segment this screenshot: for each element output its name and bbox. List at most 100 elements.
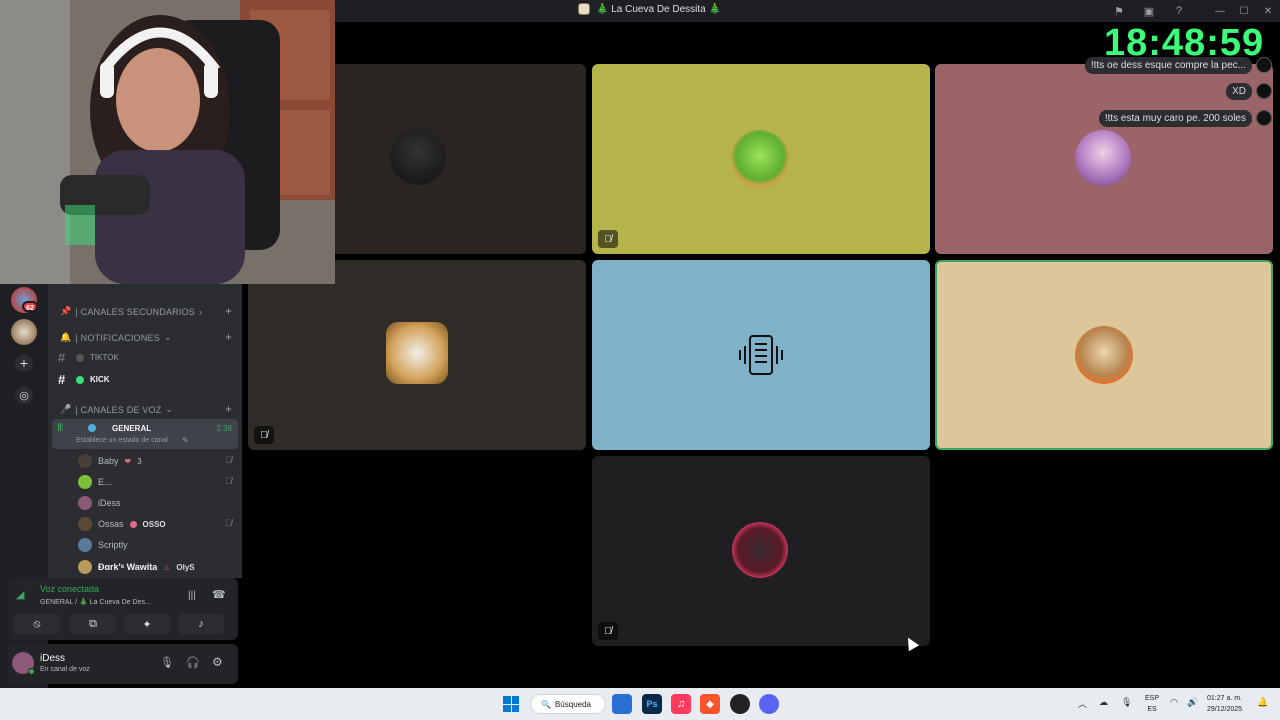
chat-bubble: !tts esta muy caro pe. 200 soles bbox=[1098, 110, 1252, 127]
app-icon-photoshop[interactable]: Ps bbox=[642, 694, 662, 714]
channel-list: 📌 | CANALES SECUNDARIOS › + 🔔 | NOTIFICA… bbox=[48, 284, 242, 578]
member-avatar bbox=[78, 560, 92, 574]
signal-icon[interactable]: ◢ bbox=[16, 588, 24, 601]
participant-tile[interactable]: 🎙̸ bbox=[592, 456, 930, 646]
member-name: iDess bbox=[98, 498, 121, 508]
language-code: ESP bbox=[1145, 695, 1160, 702]
taskbar: 🔍 Búsqueda Ps ♫ ◆ ︿ ☁ 🎙 ESP ES ◠ 🔊 01:27… bbox=[0, 688, 1280, 720]
clock-tray[interactable]: 01:27 a. m. 29/12/2025 bbox=[1207, 693, 1242, 715]
bell-icon: 🔔 bbox=[60, 332, 72, 342]
participant-avatar bbox=[386, 322, 448, 384]
discover-icon[interactable]: ◎ bbox=[15, 386, 33, 404]
heart-icon: ❤ bbox=[124, 456, 132, 466]
start-button[interactable] bbox=[503, 696, 519, 712]
webcam-overlay bbox=[0, 0, 335, 284]
headphones-icon[interactable]: 🎧 bbox=[186, 656, 200, 669]
search-box[interactable]: 🔍 Búsqueda bbox=[530, 694, 606, 714]
voice-member[interactable]: E... bbox=[78, 475, 112, 489]
channel-tiktok[interactable]: # TIKTOK bbox=[58, 350, 119, 365]
muted-icon: 🎙̸ bbox=[598, 230, 618, 248]
member-name: Scriptly bbox=[98, 540, 128, 550]
search-label: Búsqueda bbox=[554, 699, 591, 709]
cloud-icon[interactable]: ☁ bbox=[1099, 697, 1108, 708]
mention-badge: 62 bbox=[22, 301, 38, 312]
window-controls: — ☐ ✕ bbox=[1208, 0, 1280, 22]
add-channel-icon[interactable]: + bbox=[225, 402, 232, 416]
voice-member[interactable]: Baby ❤ 3 bbox=[78, 454, 142, 468]
category-label: | CANALES DE VOZ bbox=[75, 404, 162, 415]
tag-icon bbox=[129, 520, 137, 528]
camera-toggle-button[interactable]: ⦸ bbox=[14, 614, 60, 634]
language-indicator[interactable]: ESP ES bbox=[1145, 693, 1159, 715]
chat-avatar bbox=[1256, 110, 1272, 126]
voice-member[interactable]: Ðαrk'ˢ Wawita ♨ OlyS bbox=[78, 560, 195, 574]
screen-share-button[interactable]: ⧉ bbox=[70, 614, 116, 634]
chat-bubble: !tts oe dess esque compre la pec... bbox=[1084, 57, 1252, 74]
flag-icon[interactable]: ⚑ bbox=[1110, 3, 1128, 19]
participant-tile[interactable] bbox=[592, 260, 930, 450]
volume-icon[interactable]: 🔊 bbox=[1187, 697, 1198, 708]
maximize-button[interactable]: ☐ bbox=[1232, 0, 1256, 22]
minimize-button[interactable]: — bbox=[1208, 0, 1232, 22]
user-status: En canal de voz bbox=[40, 666, 90, 673]
notification-bell-icon[interactable]: 🔔 bbox=[1257, 697, 1268, 708]
chat-avatar bbox=[1256, 83, 1272, 99]
add-channel-icon[interactable]: + bbox=[225, 304, 232, 318]
participant-tile[interactable]: 🎙̸ bbox=[592, 64, 930, 254]
microphone-icon[interactable]: 🎙 bbox=[160, 656, 174, 669]
voice-channel-timer: 2:36 bbox=[216, 424, 232, 433]
voice-location[interactable]: GENERAL / 🎄 La Cueva De Des... bbox=[40, 598, 151, 606]
microphone-icon: 🎤 bbox=[60, 404, 72, 414]
channel-emoji-icon bbox=[88, 424, 96, 432]
app-icon-music[interactable]: ♫ bbox=[671, 694, 691, 714]
member-name: Ossas bbox=[98, 519, 124, 529]
participant-tile-speaking[interactable] bbox=[935, 260, 1273, 450]
voice-member[interactable]: Scriptly bbox=[78, 538, 128, 552]
soundboard-button[interactable]: ♪ bbox=[178, 614, 224, 634]
hash-icon: # bbox=[58, 372, 66, 387]
help-icon[interactable]: ? bbox=[1170, 3, 1188, 19]
pin-icon: 📌 bbox=[60, 306, 72, 316]
add-channel-icon[interactable]: + bbox=[225, 330, 232, 344]
pencil-icon[interactable]: ✎ bbox=[182, 436, 189, 445]
search-icon: 🔍 bbox=[541, 699, 551, 709]
participant-tile[interactable]: 🎙̸ bbox=[248, 260, 586, 450]
inbox-icon[interactable]: ▣ bbox=[1140, 3, 1158, 19]
channel-kick[interactable]: # KICK bbox=[58, 372, 110, 387]
status-dot bbox=[28, 668, 35, 675]
channel-emoji-icon bbox=[76, 353, 84, 362]
noise-suppression-icon[interactable]: ||| bbox=[188, 590, 196, 601]
app-icon-obs[interactable] bbox=[730, 694, 750, 714]
server-icon bbox=[578, 3, 590, 15]
app-icon-store[interactable] bbox=[612, 694, 632, 714]
add-server-icon[interactable]: + bbox=[15, 354, 33, 372]
voice-member[interactable]: iDess bbox=[78, 496, 121, 510]
wifi-icon[interactable]: ◠ bbox=[1170, 697, 1178, 708]
speaker-icon: 𝄃𝄃 bbox=[58, 423, 63, 434]
microphone-tray-icon[interactable]: 🎙 bbox=[1121, 697, 1132, 708]
participant-tile[interactable] bbox=[935, 64, 1273, 254]
close-button[interactable]: ✕ bbox=[1256, 0, 1280, 22]
window-title-group: 🎄 La Cueva De Dessita 🎄 bbox=[578, 3, 721, 15]
settings-gear-icon[interactable]: ⚙ bbox=[212, 655, 223, 669]
member-name: Baby bbox=[98, 456, 119, 466]
server-icon[interactable] bbox=[11, 319, 37, 345]
chevron-up-icon[interactable]: ︿ bbox=[1078, 697, 1087, 710]
member-avatar bbox=[78, 517, 92, 531]
category-voice-channels[interactable]: 🎤 | CANALES DE VOZ ⌄ bbox=[60, 404, 173, 415]
member-tag: OSSO bbox=[142, 519, 166, 529]
activities-button[interactable]: ✦ bbox=[124, 614, 170, 634]
member-name: E... bbox=[98, 477, 112, 487]
channel-status-input[interactable]: Establece un estado de canal bbox=[76, 437, 168, 444]
muted-icon: 🎙̸ bbox=[225, 455, 232, 465]
channel-name: KICK bbox=[90, 375, 110, 384]
voice-channel-general[interactable]: 𝄃𝄃 GENERAL 2:36 Establece un estado de c… bbox=[52, 419, 238, 449]
voice-member[interactable]: Ossas OSSO bbox=[78, 517, 166, 531]
app-icon-discord[interactable] bbox=[759, 694, 779, 714]
category-secondary-channels[interactable]: 📌 | CANALES SECUNDARIOS › bbox=[60, 306, 202, 317]
app-icon-brave[interactable]: ◆ bbox=[700, 694, 720, 714]
disconnect-icon[interactable]: ☎ bbox=[212, 588, 226, 601]
category-label: | NOTIFICACIONES bbox=[75, 332, 160, 343]
category-notifications[interactable]: 🔔 | NOTIFICACIONES ⌄ bbox=[60, 332, 172, 343]
voice-connection-panel: ◢ Voz conectada GENERAL / 🎄 La Cueva De … bbox=[8, 578, 238, 640]
